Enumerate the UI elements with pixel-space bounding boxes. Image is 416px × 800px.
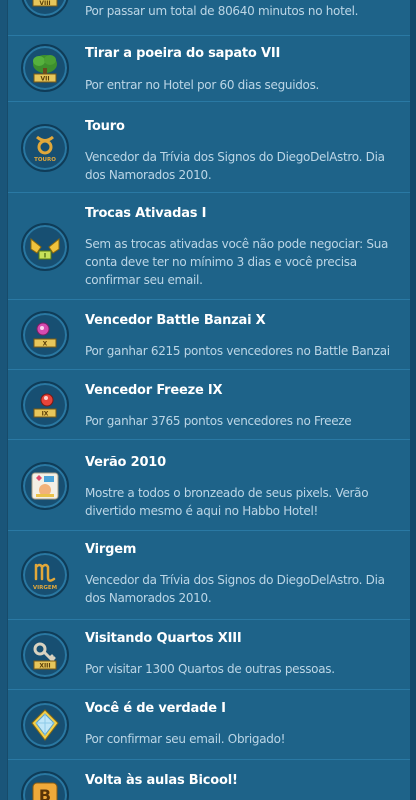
svg-text:VIRGEM: VIRGEM [33,585,57,591]
achievement-title: Trocas Ativadas I [85,206,207,221]
achievement-item[interactable]: VIII Por passar um total de 80640 minuto… [8,0,410,36]
virgo-badge-icon: VIRGEM [21,551,69,599]
left-border [0,0,8,800]
svg-text:B: B [39,786,51,800]
svg-text:TOURO: TOURO [34,157,56,163]
achievement-title: Virgem [85,542,137,557]
achievement-description: Por visitar 1300 Quartos de outras pesso… [85,662,335,676]
achievement-item[interactable]: X Vencedor Battle Banzai X Por ganhar 62… [8,300,410,370]
taurus-badge-icon: TOURO [21,124,69,172]
achievement-title: Touro [85,119,125,134]
crystal-badge-icon [21,701,69,749]
achievement-title: Visitando Quartos XIII [85,631,242,646]
achievement-description: Vencedor da Trívia dos Signos do DiegoDe… [85,573,385,605]
achievement-title: Vencedor Freeze IX [85,383,223,398]
achievement-description: Por ganhar 6215 pontos vencedores no Bat… [85,344,390,358]
achievement-title: Vencedor Battle Banzai X [85,313,266,328]
achievement-item[interactable]: TOURO Touro Vencedor da Trívia dos Signo… [8,102,410,193]
achievement-item[interactable]: B Volta às aulas Bicool! [8,760,410,800]
tree-badge-icon: VII [21,44,69,92]
summer-badge-icon [21,462,69,510]
achievement-item[interactable]: VIRGEM Virgem Vencedor da Trívia dos Sig… [8,531,410,620]
achievement-item[interactable]: Você é de verdade I Por confirmar seu em… [8,690,410,760]
achievement-item[interactable]: XIII Visitando Quartos XIII Por visitar … [8,620,410,690]
trade-hands-badge-icon: I [21,223,69,271]
bicool-badge-icon: B [21,771,69,800]
svg-text:VIII: VIII [39,0,50,7]
achievement-description: Por entrar no Hotel por 60 dias seguidos… [85,78,320,92]
achievement-description: Mostre a todos o bronzeado de seus pixel… [85,486,369,518]
svg-text:IX: IX [42,411,49,418]
freeze-badge-icon: IX [21,381,69,429]
banzai-badge-icon: X [21,311,69,359]
achievement-title: Tirar a poeira do sapato VII [85,46,281,61]
achievements-panel: VIII Por passar um total de 80640 minuto… [0,0,416,800]
key-badge-icon: XIII [21,631,69,679]
right-scrollbar[interactable] [410,0,416,800]
tree-badge-icon: VIII [21,0,69,28]
svg-text:X: X [43,341,48,348]
achievement-title: Verão 2010 [85,455,166,470]
achievement-item[interactable]: Verão 2010 Mostre a todos o bronzeado de… [8,440,410,531]
achievement-item[interactable]: I Trocas Ativadas I Sem as trocas ativad… [8,193,410,300]
achievement-description: Por confirmar seu email. Obrigado! [85,732,286,746]
achievement-description: Sem as trocas ativadas você não pode neg… [85,237,389,287]
svg-text:XIII: XIII [39,663,50,670]
achievement-description: Por ganhar 3765 pontos vencedores no Fre… [85,414,352,428]
achievement-item[interactable]: IX Vencedor Freeze IX Por ganhar 3765 po… [8,370,410,440]
svg-text:I: I [44,253,46,260]
achievement-title: Volta às aulas Bicool! [85,773,238,788]
achievement-title: Você é de verdade I [85,701,226,716]
achievement-item[interactable]: VII Tirar a poeira do sapato VII Por ent… [8,36,410,102]
achievement-description: Vencedor da Trívia dos Signos do DiegoDe… [85,150,385,182]
svg-text:VII: VII [40,76,49,83]
achievement-description: Por passar um total de 80640 minutos no … [85,4,359,18]
